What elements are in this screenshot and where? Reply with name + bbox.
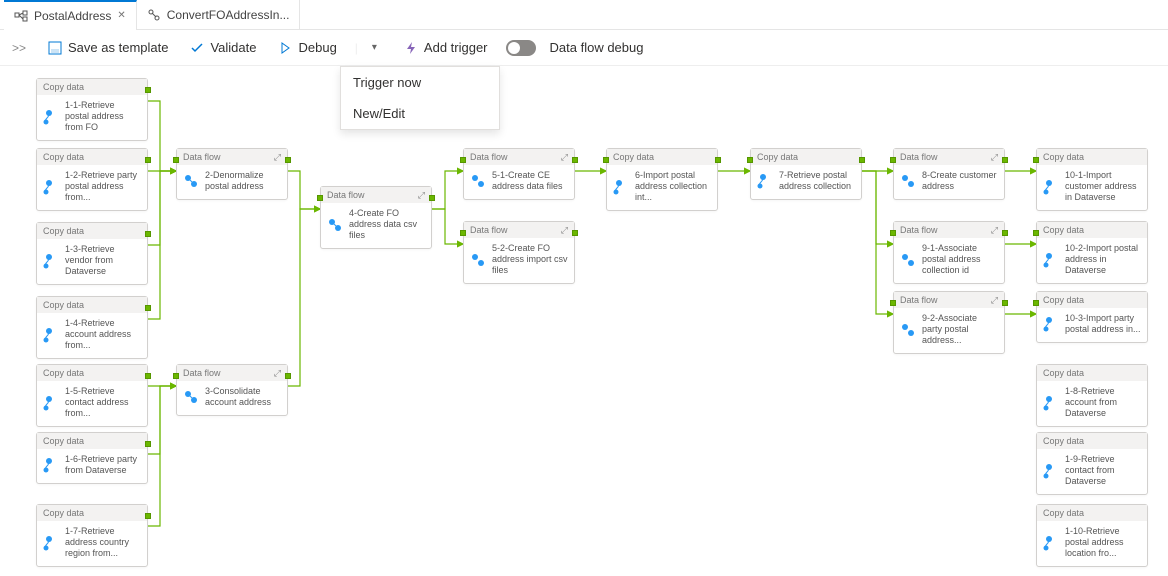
dataflow-icon [470,252,486,268]
expand-icon[interactable]: ⤢ [561,152,568,163]
activity-8[interactable]: Data flow⤢ 8-Create customer address [893,148,1005,200]
save-template-button[interactable]: Save as template [44,36,172,59]
copydata-icon [43,179,59,195]
dataflow-icon [327,217,343,233]
copydata-icon [43,535,59,551]
activity-1-9[interactable]: Copy data 1-9-Retrieve contact from Data… [1036,432,1148,495]
activity-1-5[interactable]: Copy data 1-5-Retrieve contact address f… [36,364,148,427]
check-icon [190,41,204,55]
tab-label: PostalAddress [34,9,111,23]
expand-icon[interactable]: ⤢ [274,152,281,163]
dataflow-icon [470,173,486,189]
dataflow-tab-icon [147,8,161,22]
copydata-icon [1043,179,1059,195]
debug-button[interactable]: Debug [274,36,340,59]
activity-6[interactable]: Copy data 6-Import postal address collec… [606,148,718,211]
tab-convert[interactable]: ConvertFOAddressIn... [137,0,301,30]
activity-1-3[interactable]: Copy data 1-3-Retrieve vendor from Datav… [36,222,148,285]
activity-7[interactable]: Copy data 7-Retrieve postal address coll… [750,148,862,200]
expand-icon[interactable]: ⤢ [991,225,998,236]
dataflow-icon [900,173,916,189]
activity-5-1[interactable]: Data flow⤢ 5-1-Create CE address data fi… [463,148,575,200]
activity-10-2[interactable]: Copy data 10-2-Import postal address in … [1036,221,1148,284]
dataflow-debug-label: Data flow debug [550,40,644,55]
activity-1-2[interactable]: Copy data 1-2-Retrieve party postal addr… [36,148,148,211]
activity-1-1[interactable]: Copy data 1-1-Retrieve postal address fr… [36,78,148,141]
bolt-icon [404,41,418,55]
expand-icon[interactable]: ⤢ [418,190,425,201]
validate-button[interactable]: Validate [186,36,260,59]
copydata-icon [1043,252,1059,268]
activity-1-10[interactable]: Copy data 1-10-Retrieve postal address l… [1036,504,1148,567]
activity-4[interactable]: Data flow⤢ 4-Create FO address data csv … [320,186,432,249]
tab-label: ConvertFOAddressIn... [167,8,290,22]
activity-1-4[interactable]: Copy data 1-4-Retrieve account address f… [36,296,148,359]
trigger-dropdown: Trigger now New/Edit [340,66,500,130]
copydata-icon [1043,535,1059,551]
activity-10-3[interactable]: Copy data 10-3-Import party postal addre… [1036,291,1148,343]
activity-1-7[interactable]: Copy data 1-7-Retrieve address country r… [36,504,148,567]
tab-postaladdress[interactable]: PostalAddress ✕ [4,0,137,30]
expand-icon[interactable]: ⤢ [991,152,998,163]
expand-icon[interactable]: ⤢ [274,368,281,379]
copydata-icon [1043,395,1059,411]
activity-3[interactable]: Data flow⤢ 3-Consolidate account address [176,364,288,416]
activity-1-6[interactable]: Copy data 1-6-Retrieve party from Datave… [36,432,148,484]
dataflow-icon [183,173,199,189]
activity-2[interactable]: Data flow⤢ 2-Denormalize postal address [176,148,288,200]
expand-icon[interactable]: ⤢ [991,295,998,306]
dataflow-icon [183,389,199,405]
activity-1-8[interactable]: Copy data 1-8-Retrieve account from Data… [1036,364,1148,427]
pipeline-icon [14,9,28,23]
activity-10-1[interactable]: Copy data 10-1-Import customer address i… [1036,148,1148,211]
close-icon[interactable]: ✕ [117,10,125,21]
play-icon [278,41,292,55]
expand-button[interactable]: >> [8,37,30,59]
copydata-icon [613,179,629,195]
save-icon [48,41,62,55]
copydata-icon [1043,316,1059,332]
trigger-now-item[interactable]: Trigger now [341,67,499,98]
expand-icon[interactable]: ⤢ [561,225,568,236]
dataflow-icon [900,322,916,338]
copydata-icon [757,173,773,189]
dataflow-icon [900,252,916,268]
activity-9-2[interactable]: Data flow⤢ 9-2-Associate party postal ad… [893,291,1005,354]
chevron-down-icon[interactable]: ▾ [372,42,386,53]
activity-9-1[interactable]: Data flow⤢ 9-1-Associate postal address … [893,221,1005,284]
new-edit-item[interactable]: New/Edit [341,98,499,129]
activity-5-2[interactable]: Data flow⤢ 5-2-Create FO address import … [463,221,575,284]
copydata-icon [43,327,59,343]
add-trigger-button[interactable]: Add trigger [400,36,492,59]
copydata-icon [1043,463,1059,479]
copydata-icon [43,457,59,473]
copydata-icon [43,109,59,125]
copydata-icon [43,253,59,269]
copydata-icon [43,395,59,411]
dataflow-debug-toggle[interactable] [506,40,536,56]
